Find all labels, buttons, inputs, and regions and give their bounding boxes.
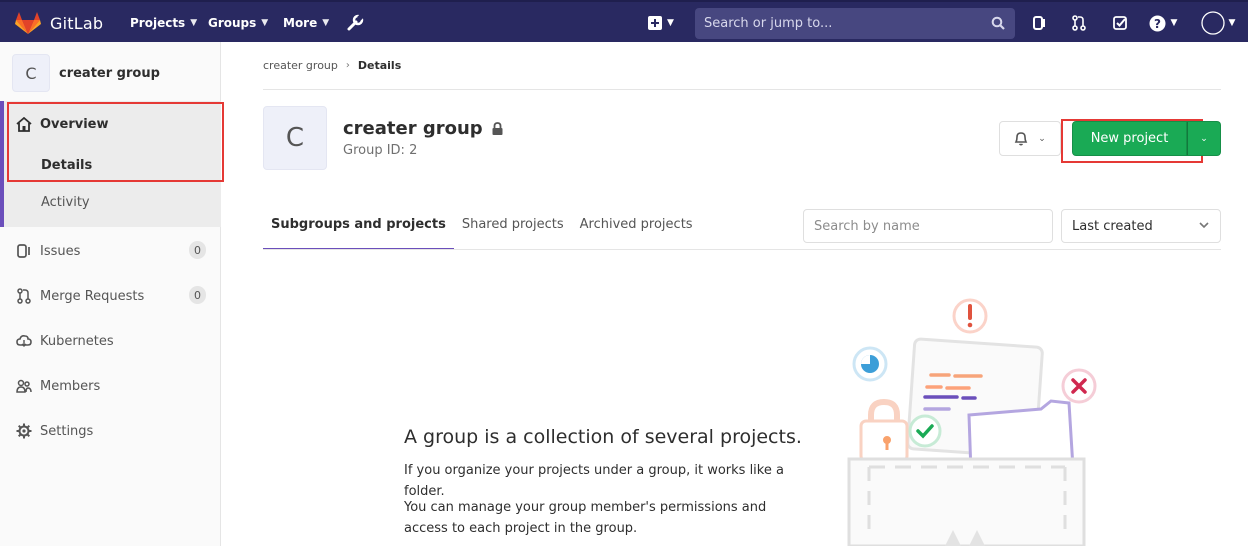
divider — [263, 249, 1221, 250]
search-icon — [991, 16, 1005, 30]
todos-issues-icon[interactable] — [1030, 13, 1050, 33]
chevron-down-icon: ▼ — [1228, 18, 1236, 28]
merge-request-icon — [16, 288, 32, 304]
search-by-name-input[interactable]: Search by name — [803, 209, 1053, 243]
sidebar-item-issues[interactable]: Issues 0 — [16, 241, 206, 259]
group-id: Group ID: 2 — [343, 143, 418, 158]
highlight-box-overview — [7, 102, 224, 182]
sort-dropdown[interactable]: Last created — [1061, 209, 1221, 243]
group-avatar-large: C — [263, 106, 327, 170]
empty-group-illustration — [847, 298, 1097, 546]
sidebar-item-activity[interactable]: Activity — [41, 195, 90, 210]
chevron-down-icon: ⌄ — [1200, 133, 1208, 144]
kubernetes-icon — [16, 333, 32, 349]
divider — [263, 89, 1221, 90]
search-input[interactable]: Search or jump to... — [695, 8, 1015, 39]
tab-subgroups-and-projects[interactable]: Subgroups and projects — [263, 208, 454, 250]
nav-groups-label: Groups — [208, 16, 257, 30]
sidebar-item-label: Settings — [40, 423, 94, 439]
todo-check-icon[interactable] — [1110, 13, 1130, 33]
group-title: creater group — [343, 118, 503, 139]
sidebar-item-members[interactable]: Members — [16, 378, 206, 394]
sidebar-item-label: Members — [40, 378, 101, 394]
sidebar-item-merge-requests[interactable]: Merge Requests 0 — [16, 286, 206, 304]
nav-more[interactable]: More ▼ — [283, 2, 329, 44]
nav-more-label: More — [283, 16, 318, 30]
chevron-down-icon: ▼ — [1170, 18, 1178, 28]
group-name: creater group — [343, 118, 483, 139]
members-icon — [16, 378, 32, 394]
tab-shared-projects[interactable]: Shared projects — [454, 208, 572, 250]
chevron-down-icon: ▼ — [322, 18, 330, 28]
chevron-down-icon — [1199, 222, 1209, 229]
issues-count-badge: 0 — [189, 241, 206, 259]
group-avatar: C — [12, 54, 50, 92]
group-tabs: Subgroups and projects Shared projects A… — [263, 208, 701, 250]
merge-requests-count-badge: 0 — [189, 286, 206, 304]
sidebar-item-label: Issues — [40, 243, 81, 259]
empty-state-text: If you organize your projects under a gr… — [404, 463, 784, 499]
notification-settings-dropdown[interactable]: ⌄ — [999, 121, 1061, 156]
chevron-down-icon: ▼ — [190, 18, 198, 28]
brand-name: GitLab — [50, 13, 104, 33]
sort-selected-value: Last created — [1072, 218, 1153, 234]
gitlab-home-link[interactable]: GitLab — [15, 2, 103, 44]
breadcrumb: creater group › Details — [263, 59, 401, 72]
sidebar-item-label: Merge Requests — [40, 288, 145, 304]
nav-groups[interactable]: Groups ▼ — [208, 2, 268, 44]
filter-placeholder: Search by name — [814, 218, 920, 234]
sidebar-item-settings[interactable]: Settings — [16, 423, 206, 439]
new-project-dropdown-toggle[interactable]: ⌄ — [1187, 121, 1221, 156]
gitlab-logo-icon — [15, 12, 41, 34]
sidebar-item-label: Kubernetes — [40, 333, 114, 349]
user-avatar-dropdown[interactable]: ▼ — [1198, 11, 1238, 35]
help-question-icon: ? — [1149, 15, 1166, 31]
empty-state-title: A group is a collection of several proje… — [404, 426, 802, 448]
settings-gear-icon — [16, 423, 32, 439]
chevron-down-icon: ▼ — [667, 18, 674, 28]
sidebar-item-kubernetes[interactable]: Kubernetes — [16, 333, 206, 349]
nav-projects-label: Projects — [130, 16, 186, 30]
nav-projects[interactable]: Projects ▼ — [130, 2, 197, 44]
breadcrumb-current: Details — [357, 59, 402, 72]
breadcrumb-parent-link[interactable]: creater group — [263, 59, 338, 72]
issues-icon — [16, 243, 32, 259]
chevron-down-icon: ⌄ — [1038, 133, 1046, 144]
bell-icon — [1014, 132, 1028, 146]
plus-square-icon — [648, 16, 663, 30]
lock-icon — [492, 122, 503, 135]
tab-archived-projects[interactable]: Archived projects — [572, 208, 701, 250]
svg-text:?: ? — [1154, 17, 1161, 31]
sidebar-group-name: creater group — [59, 65, 160, 81]
help-dropdown[interactable]: ? ▼ — [1146, 13, 1180, 33]
avatar — [1200, 11, 1225, 35]
chevron-down-icon: ▼ — [261, 18, 269, 28]
new-project-button[interactable]: New project — [1072, 121, 1187, 156]
merge-requests-icon[interactable] — [1069, 13, 1089, 33]
search-placeholder: Search or jump to... — [704, 16, 833, 31]
chevron-right-icon: › — [345, 60, 350, 71]
top-navbar: GitLab Projects ▼ Groups ▼ More ▼ ▼ Search … — [0, 0, 1248, 42]
admin-wrench-icon[interactable] — [345, 13, 365, 33]
new-item-dropdown[interactable]: ▼ — [645, 13, 677, 33]
empty-state-text: You can manage your group member's permi… — [404, 500, 767, 536]
sidebar-group-header[interactable]: C creater group — [12, 54, 160, 92]
